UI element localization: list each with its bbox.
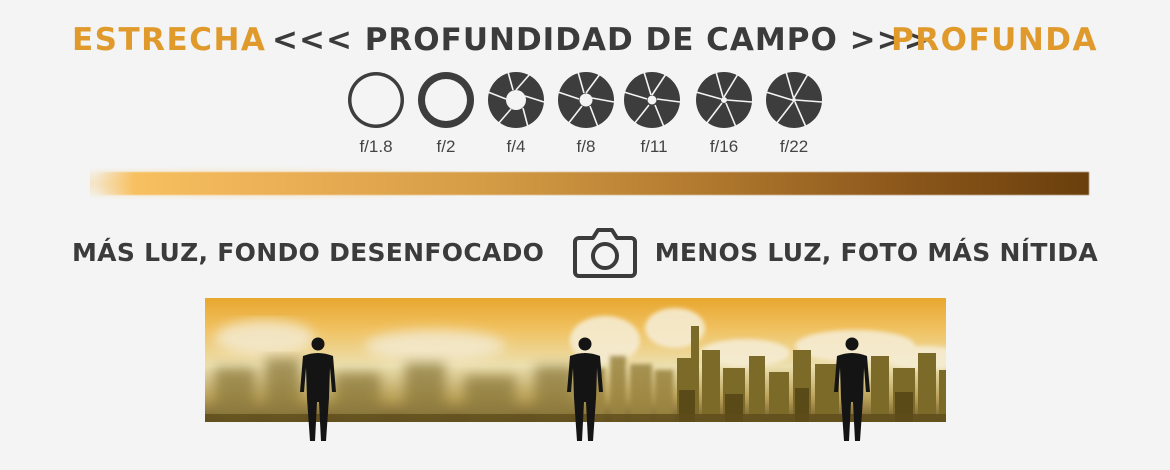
header: ESTRECHA <<< PROFUNDIDAD DE CAMPO >>> PR… — [0, 18, 1170, 64]
caption-shallow: MÁS LUZ, FONDO DESENFOCADO — [72, 238, 545, 267]
aperture-f8-icon — [557, 71, 615, 128]
aperture-f1-8-icon — [348, 72, 404, 128]
fstop-label: f/22 — [779, 137, 809, 156]
fstop-label: f/11 — [640, 137, 668, 156]
aperture-f22-icon — [765, 71, 823, 128]
depth-gradient-bar — [95, 172, 1089, 195]
page-title: <<< PROFUNDIDAD DE CAMPO >>> — [272, 22, 931, 58]
person-silhouette-right — [834, 337, 870, 441]
aperture-f4-icon — [487, 71, 545, 128]
aperture-f11-icon — [623, 71, 681, 128]
fstop-label: f/16 — [709, 137, 739, 156]
deep-label: PROFUNDA — [891, 22, 1098, 58]
narrow-label: ESTRECHA — [72, 22, 267, 58]
fstop-label: f/2 — [436, 137, 456, 156]
person-silhouette-left — [300, 337, 336, 441]
fstop-label: f/4 — [506, 137, 526, 156]
fstop-label: f/8 — [576, 137, 596, 156]
person-silhouette-center — [567, 337, 603, 441]
aperture-f16-icon — [695, 71, 753, 128]
aperture-f2-icon — [418, 72, 474, 128]
caption-deep: MENOS LUZ, FOTO MÁS NÍTIDA — [654, 238, 1098, 267]
fstop-label: f/1.8 — [359, 137, 393, 156]
camera-icon — [573, 228, 637, 278]
